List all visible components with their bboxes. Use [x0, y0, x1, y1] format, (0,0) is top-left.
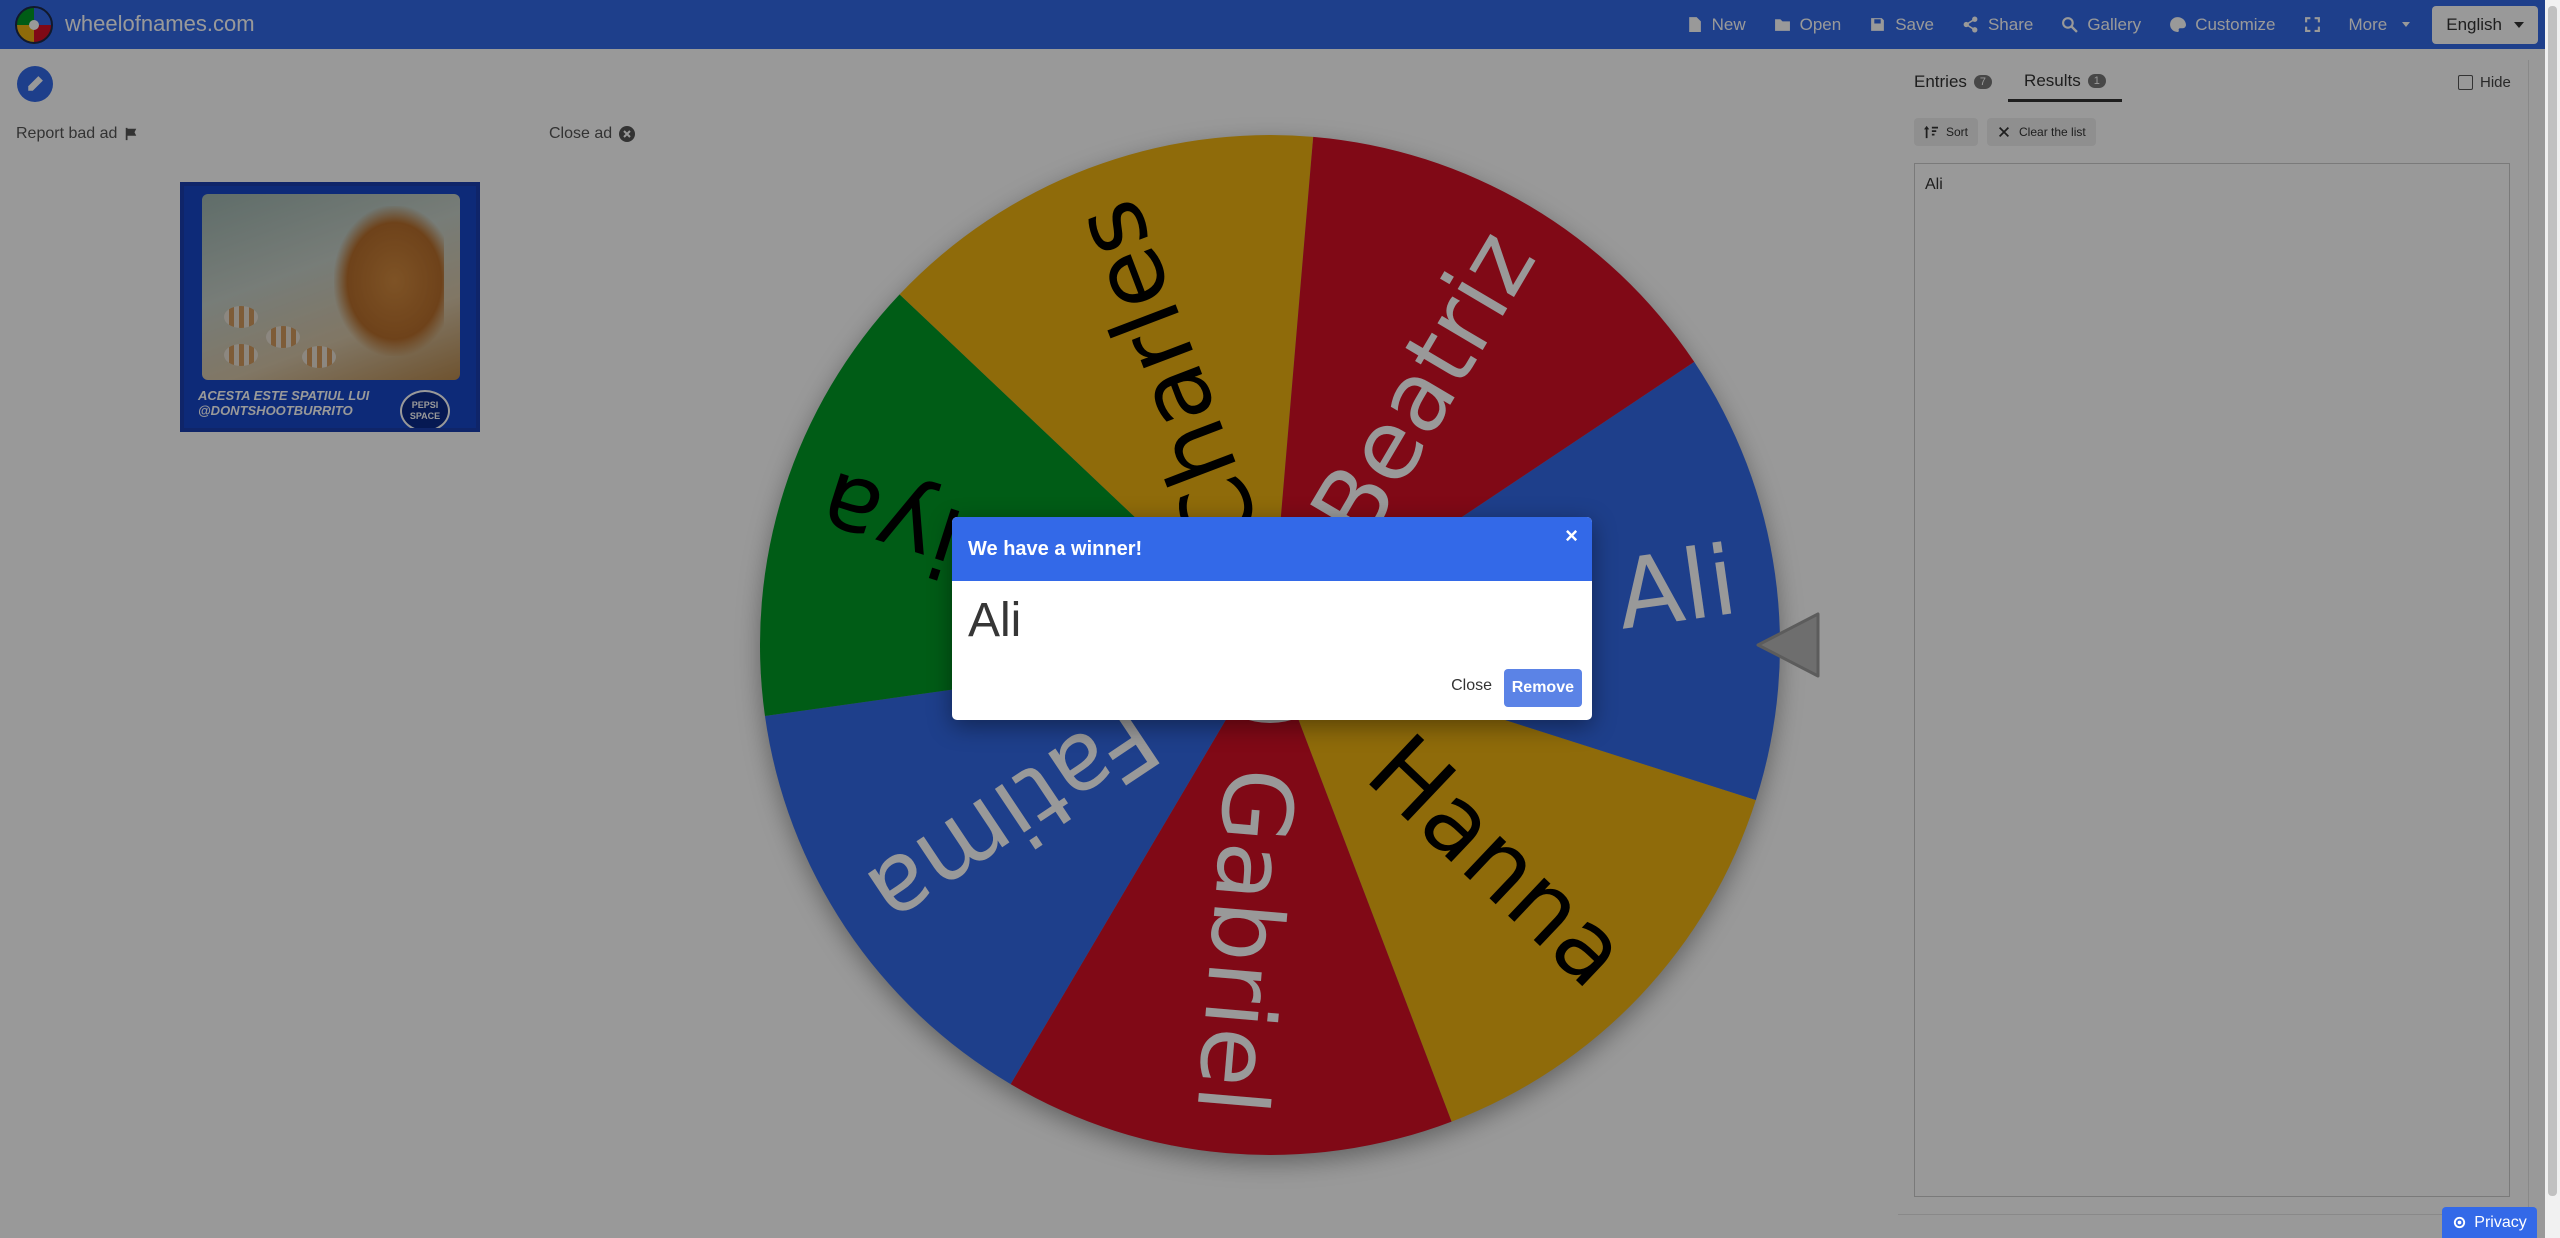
winner-name: Ali — [968, 594, 1022, 647]
close-x-icon[interactable]: × — [1565, 523, 1578, 549]
gear-icon — [2454, 1216, 2466, 1229]
winner-dialog: We have a winner! × Ali Close Remove — [952, 517, 1592, 720]
remove-button[interactable]: Remove — [1503, 669, 1582, 707]
privacy-button[interactable]: Privacy — [2442, 1207, 2537, 1238]
scrollbar-thumb[interactable] — [2548, 6, 2557, 1196]
winner-dialog-header: We have a winner! × — [952, 517, 1592, 581]
winner-dialog-title: We have a winner! — [968, 537, 1143, 560]
privacy-label: Privacy — [2474, 1213, 2527, 1231]
close-button[interactable]: Close — [1451, 677, 1492, 695]
